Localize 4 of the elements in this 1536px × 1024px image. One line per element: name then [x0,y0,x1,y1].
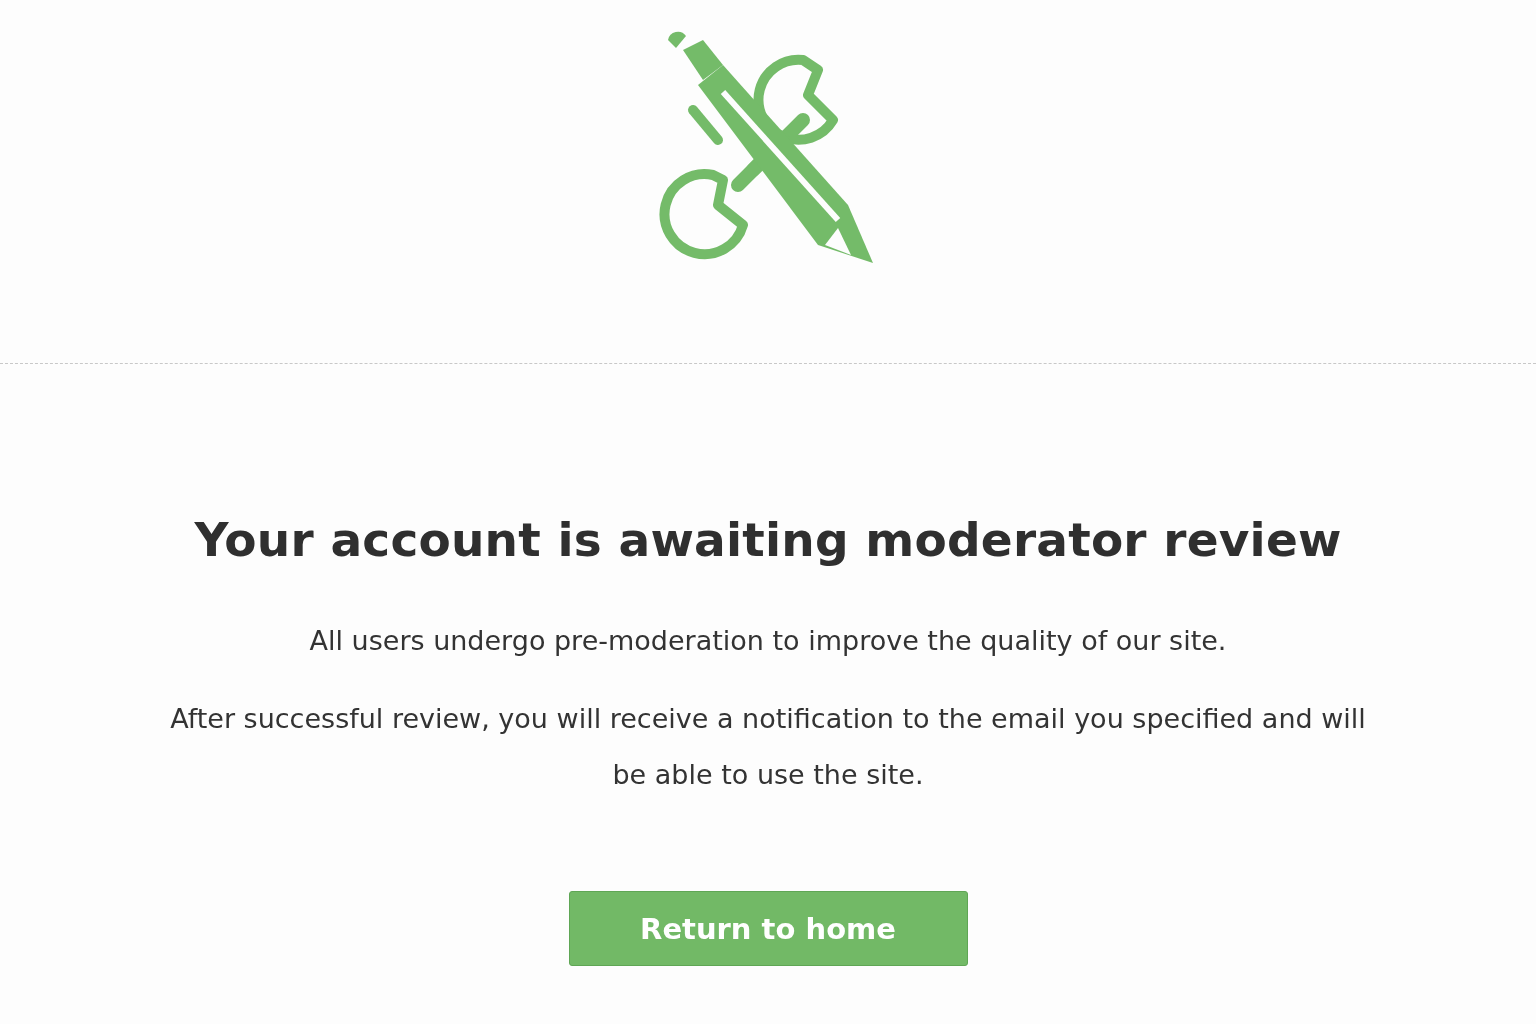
page-heading: Your account is awaiting moderator review [194,512,1342,567]
return-home-button[interactable]: Return to home [568,891,968,966]
info-text: After successful review, you will receive a notification to the email you specified and will be able to use the site. [169,702,1367,792]
info-text: All users undergo pre-moderation to improve the quality of our site. [309,624,1227,658]
